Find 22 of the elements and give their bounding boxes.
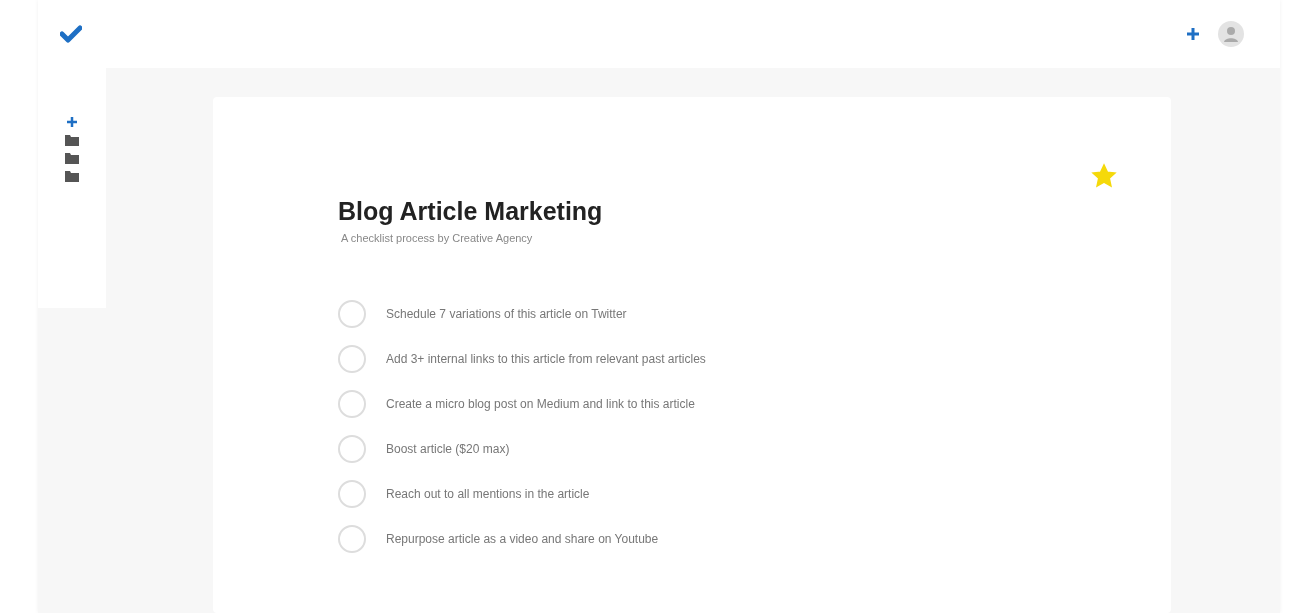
avatar-icon[interactable]	[1218, 21, 1244, 47]
folder-icon[interactable]	[65, 152, 79, 164]
add-icon[interactable]	[66, 116, 78, 128]
task-checkbox[interactable]	[338, 345, 366, 373]
task-checkbox[interactable]	[338, 435, 366, 463]
task-checkbox[interactable]	[338, 480, 366, 508]
task-checkbox[interactable]	[338, 390, 366, 418]
checkmark-logo-icon[interactable]	[60, 25, 82, 43]
task-label: Boost article ($20 max)	[386, 442, 510, 456]
task-checkbox[interactable]	[338, 300, 366, 328]
add-icon[interactable]	[1186, 27, 1200, 41]
folder-icon[interactable]	[65, 134, 79, 146]
folder-icon[interactable]	[65, 170, 79, 182]
checklist-title: Blog Article Marketing	[338, 197, 604, 226]
task-checkbox[interactable]	[338, 525, 366, 553]
star-icon[interactable]	[1091, 163, 1117, 189]
task-label: Repurpose article as a video and share on Youtube	[386, 532, 659, 546]
task-label: Add 3+ internal links to this article from relevant past articles	[386, 352, 706, 366]
task-label: Create a micro blog post on Medium and link to this article	[386, 397, 695, 411]
checklist-subtitle: A checklist process by Creative Agency	[341, 232, 534, 244]
task-label: Reach out to all mentions in the article	[386, 487, 590, 501]
task-label: Schedule 7 variations of this article on Twitter	[386, 307, 627, 321]
